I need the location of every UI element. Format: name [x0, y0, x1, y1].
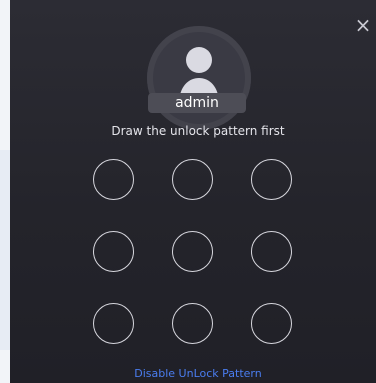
page: × admin Draw the unlock pattern first Di… — [0, 0, 376, 383]
close-icon[interactable]: × — [354, 15, 372, 35]
pattern-dot-2[interactable] — [172, 159, 213, 200]
username-label: admin — [148, 93, 246, 113]
pattern-dot-9[interactable] — [251, 303, 292, 344]
pattern-dot-3[interactable] — [251, 159, 292, 200]
disable-unlock-pattern-link[interactable]: Disable UnLock Pattern — [10, 367, 376, 380]
avatar — [147, 26, 257, 136]
pattern-dot-4[interactable] — [93, 231, 134, 272]
instruction-text: Draw the unlock pattern first — [111, 124, 285, 138]
pattern-dot-8[interactable] — [172, 303, 213, 344]
pattern-dot-7[interactable] — [93, 303, 134, 344]
pattern-dot-6[interactable] — [251, 231, 292, 272]
pattern-dot-1[interactable] — [93, 159, 134, 200]
pattern-dot-5[interactable] — [172, 231, 213, 272]
pattern-grid[interactable] — [93, 159, 307, 344]
unlock-pattern-dialog: × admin Draw the unlock pattern first Di… — [10, 0, 376, 383]
